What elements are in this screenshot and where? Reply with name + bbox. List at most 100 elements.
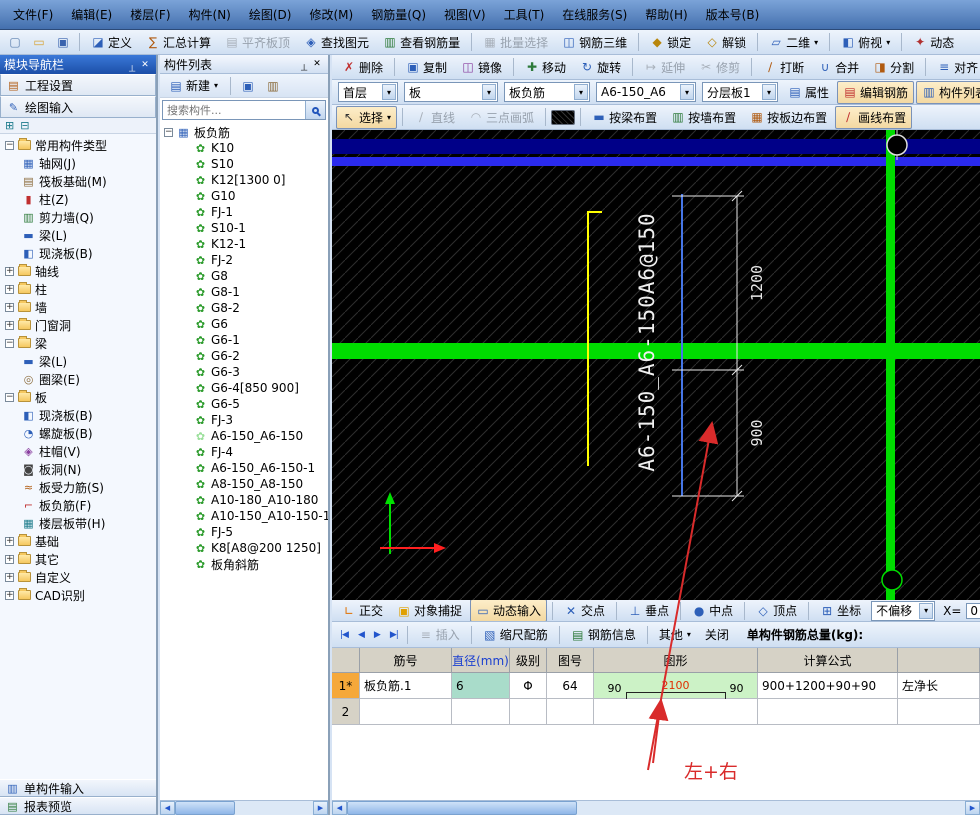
unlock-button[interactable]: ◇ 解锁 — [699, 31, 752, 54]
menu-help[interactable]: 帮助(H) — [636, 3, 696, 26]
menu-tools[interactable]: 工具(T) — [495, 3, 554, 26]
row-header-cell[interactable]: 2 — [332, 699, 360, 725]
separator[interactable] — [808, 601, 810, 620]
new-file-button[interactable]: ▢ — [4, 32, 26, 52]
formula-cell[interactable]: 900+1200+90+90 — [758, 673, 898, 699]
save-file-button[interactable]: ▣ — [52, 32, 74, 52]
expander-icon[interactable]: − — [5, 338, 14, 348]
scroll-thumb[interactable] — [175, 801, 235, 815]
expand-all-button[interactable]: ⊞ — [5, 119, 14, 132]
separator[interactable] — [79, 33, 80, 51]
component-list-item[interactable]: ✿ 板角斜筋 — [160, 556, 328, 572]
figure-number-cell[interactable] — [547, 699, 594, 725]
expander-icon[interactable]: + — [5, 536, 14, 546]
find-element-button[interactable]: ◈ 查找图元 — [298, 31, 375, 54]
table-header-cell[interactable] — [332, 648, 360, 673]
tree-item[interactable]: ◎ 圈梁(E) — [0, 370, 156, 388]
component-list-item[interactable]: ✿ G6-5 — [160, 396, 328, 412]
layer-select[interactable]: 分层板1 ▾ — [702, 82, 778, 102]
snap-vertex-button[interactable]: ◇ 顶点 — [750, 600, 803, 621]
single-component-input-button[interactable]: ▥ 单构件输入 — [0, 779, 156, 797]
ortho-button[interactable]: ∟ 正交 — [336, 600, 389, 621]
separator[interactable] — [616, 601, 618, 620]
separator[interactable] — [513, 58, 515, 76]
floor-select[interactable]: 首层 ▾ — [338, 82, 398, 102]
batch-select-button[interactable]: ▦ 批量选择 — [477, 31, 554, 54]
menu-rebar-qty[interactable]: 钢筋量(Q) — [362, 3, 435, 26]
object-snap-button[interactable]: ▣ 对象捕捉 — [391, 600, 468, 621]
mirror-button[interactable]: ◫ 镜像 — [455, 56, 508, 79]
tree-item[interactable]: ▥ 剪力墙(Q) — [0, 208, 156, 226]
component-list-item[interactable]: ✿ K12-1 — [160, 236, 328, 252]
tree-item[interactable]: ▦ 轴网(J) — [0, 154, 156, 172]
tree-item[interactable]: + 其它 — [0, 550, 156, 568]
align-button[interactable]: ≡ 对齐 ▾ — [931, 56, 980, 79]
tree-item[interactable]: + 墙 — [0, 298, 156, 316]
table-header-cell[interactable]: 图形 — [594, 648, 758, 673]
prev-row-button[interactable]: ◀ — [354, 627, 368, 643]
separator[interactable] — [829, 33, 831, 51]
search-input[interactable] — [163, 103, 305, 117]
tree-item[interactable]: ◧ 现浇板(B) — [0, 244, 156, 262]
tree-item[interactable]: + 轴线 — [0, 262, 156, 280]
formula-description-cell[interactable] — [898, 699, 980, 725]
combo-dropdown-icon[interactable]: ▾ — [382, 84, 396, 100]
rebar-info-button[interactable]: ▤ 钢筋信息 — [565, 623, 642, 646]
component-list-item[interactable]: ✿ K10 — [160, 140, 328, 156]
separator[interactable] — [901, 33, 903, 51]
separator[interactable] — [680, 601, 682, 620]
shape-cell[interactable] — [594, 699, 758, 725]
close-icon[interactable]: ✕ — [310, 57, 324, 71]
tree-item[interactable]: − 常用构件类型 — [0, 136, 156, 154]
rebar-3d-button[interactable]: ◫ 钢筋三维 — [556, 31, 633, 54]
separator[interactable] — [558, 625, 560, 644]
separator[interactable] — [394, 58, 396, 76]
snap-intersection-button[interactable]: ✕ 交点 — [558, 600, 611, 621]
extend-button[interactable]: ↦ 延伸 — [638, 56, 691, 79]
tree-item[interactable]: + 自定义 — [0, 568, 156, 586]
scale-rebar-button[interactable]: ▧ 缩尺配筋 — [477, 623, 554, 646]
scroll-track[interactable] — [347, 801, 965, 815]
combo-dropdown-icon[interactable]: ▾ — [574, 84, 588, 100]
line-tool-button[interactable]: ∕ 直线 — [408, 106, 461, 129]
component-list-item[interactable]: ✿ A10-180_A10-180 — [160, 492, 328, 508]
break-button[interactable]: ∕ 打断 — [757, 56, 810, 79]
snap-perpendicular-button[interactable]: ⊥ 垂点 — [622, 600, 675, 621]
scroll-track[interactable] — [175, 801, 313, 815]
separator[interactable] — [757, 33, 759, 51]
row-header-cell[interactable]: 1* — [332, 673, 360, 699]
separator[interactable] — [552, 601, 554, 620]
component-list-item[interactable]: ✿ G6-1 — [160, 332, 328, 348]
formula-cell[interactable] — [758, 699, 898, 725]
combo-dropdown-icon[interactable]: ▾ — [919, 602, 934, 619]
view-rebar-qty-button[interactable]: ▥ 查看钢筋量 — [377, 31, 466, 54]
tree-item[interactable]: ◈ 柱帽(V) — [0, 442, 156, 460]
menu-version[interactable]: 版本号(B) — [697, 3, 769, 26]
component-list-item[interactable]: − ▦ 板负筋 — [160, 124, 328, 140]
tree-item[interactable]: + 基础 — [0, 532, 156, 550]
tree-item[interactable]: ◙ 板洞(N) — [0, 460, 156, 478]
dynamic-button[interactable]: ✦ 动态 — [907, 31, 960, 54]
select-tool-button[interactable]: ↖ 选择 ▾ — [336, 105, 398, 129]
place-by-beam-button[interactable]: ▬ 按梁布置 — [586, 106, 663, 129]
component-list-item[interactable]: ✿ S10 — [160, 156, 328, 172]
component-list-item[interactable]: ✿ G6 — [160, 316, 328, 332]
delete-button[interactable]: ✗ 删除 — [336, 56, 389, 79]
close-icon[interactable]: ✕ — [138, 58, 152, 72]
expander-icon[interactable]: + — [5, 590, 14, 600]
figure-number-cell[interactable]: 64 — [547, 673, 594, 699]
separator[interactable] — [470, 625, 472, 644]
expander-icon[interactable]: − — [5, 392, 14, 402]
first-row-button[interactable]: |◀ — [336, 627, 352, 643]
separator[interactable] — [471, 33, 473, 51]
table-header-cell[interactable]: 图号 — [547, 648, 594, 673]
merge-button[interactable]: ∪ 合并 — [812, 56, 865, 79]
tree-item[interactable]: ≈ 板受力筋(S) — [0, 478, 156, 496]
tree-item[interactable]: + CAD识别 — [0, 586, 156, 604]
report-preview-button[interactable]: ▤ 报表预览 — [0, 797, 156, 815]
component-list-item[interactable]: ✿ FJ-2 — [160, 252, 328, 268]
trim-button[interactable]: ✂ 修剪 — [693, 56, 746, 79]
component-list-item[interactable]: ✿ FJ-1 — [160, 204, 328, 220]
tree-item[interactable]: ▬ 梁(L) — [0, 352, 156, 370]
scroll-right-icon[interactable]: ▶ — [965, 801, 980, 815]
